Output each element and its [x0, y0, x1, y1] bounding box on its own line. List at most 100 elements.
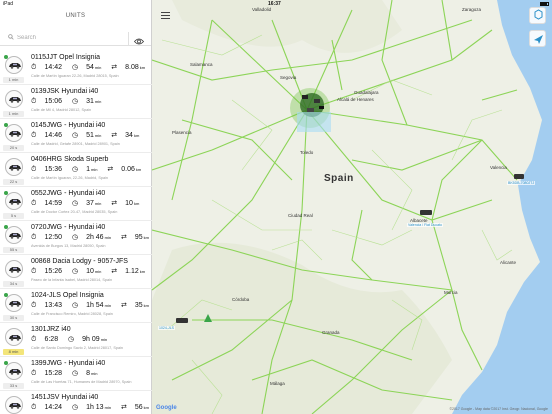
- unit-stats: ⏱ 6:28 ◷ 9h 09min: [31, 335, 115, 344]
- city-label: Guadalajara: [354, 90, 379, 95]
- vehicle-label[interactable]: 1024-JLS: [158, 326, 175, 330]
- battery-icon: [538, 1, 549, 7]
- distance-icon: ⇄: [107, 166, 114, 173]
- online-status-icon: [4, 123, 8, 127]
- unit-row[interactable]: 1 min 0115JJT Opel Insignia ⏱ 14:42 ◷ 54mi…: [0, 51, 152, 85]
- clock-icon: ⏱: [31, 336, 37, 343]
- city-label: Alicante: [500, 260, 517, 265]
- unit-row[interactable]: 20 s 0145JWG - Hyundai i40 ⏱ 14:46 ◷ 51min…: [0, 119, 152, 153]
- duration-unit: min: [100, 337, 108, 342]
- clock-icon: ⏱: [31, 64, 37, 71]
- eye-icon[interactable]: [133, 33, 145, 45]
- unit-row[interactable]: 55 s 0720JWG - Hyundai i40 ⏱ 12:50 ◷ 2h 46…: [0, 221, 152, 255]
- last-update-badge: 1 min: [3, 111, 24, 117]
- clock-icon: ⏱: [31, 302, 37, 309]
- unit-row[interactable]: 30 s 1024-JLS Opel Insignia ⏱ 13:43 ◷ 1h 5…: [0, 289, 152, 323]
- unit-row[interactable]: 1451JSV Hyundai i40 ⏱ 14:24 ◷ 1h 13min ⇄ 56…: [0, 391, 152, 414]
- map-settings-button[interactable]: [529, 7, 546, 24]
- unit-time: 14:24: [44, 404, 62, 411]
- duration-unit: min: [94, 269, 102, 274]
- car-icon: [5, 192, 23, 210]
- distance-unit: km: [133, 133, 140, 138]
- menu-icon[interactable]: [161, 12, 170, 19]
- unit-stats: ⏱ 14:42 ◷ 54min ⇄ 8.08km: [31, 63, 153, 72]
- unit-row[interactable]: 22 s 0406HRG Skoda Superb ⏱ 15:36 ◷ 1min ⇄…: [0, 153, 152, 187]
- status-bar: iPad 16:37: [0, 0, 552, 8]
- unit-duration: 9h 09: [82, 336, 100, 343]
- last-update-badge: 34 s: [3, 281, 24, 287]
- distance-unit: km: [139, 65, 146, 70]
- distance-unit: km: [135, 167, 142, 172]
- online-status-icon: [4, 55, 8, 59]
- map-view[interactable]: Spain Salamanca Valladolid Zaragoza Sego…: [152, 0, 552, 414]
- city-label: Granada: [322, 330, 340, 335]
- duration-unit: min: [94, 65, 102, 70]
- unit-duration: 31: [86, 98, 94, 105]
- unit-address: Calle de Santo Domingo Savio 2, Madrid 2…: [31, 346, 124, 350]
- city-label: Plasencia: [172, 130, 192, 135]
- unit-row[interactable]: 1 min 0139JSK Hyundai i40 ⏱ 15:06 ◷ 31min …: [0, 85, 152, 119]
- unit-name: 1024-JLS Opel Insignia: [31, 292, 104, 299]
- unit-list: 1 min 0115JJT Opel Insignia ⏱ 14:42 ◷ 54mi…: [0, 51, 152, 414]
- online-status-icon: [4, 225, 8, 229]
- unit-duration: 37: [86, 200, 94, 207]
- unit-row[interactable]: 34 s 00868 Dacia Lodgy - 9057-JFS ⏱ 15:26…: [0, 255, 152, 289]
- unit-row[interactable]: 5 s 0552JWG - Hyundai i40 ⏱ 14:59 ◷ 37min …: [0, 187, 152, 221]
- unit-name: 0145JWG - Hyundai i40: [31, 122, 106, 129]
- last-update-badge: 8 min: [3, 349, 24, 355]
- car-icon: [5, 56, 23, 74]
- locate-icon[interactable]: [529, 30, 546, 47]
- unit-name: 0115JJT Opel Insignia: [31, 54, 101, 61]
- car-icon: [5, 294, 23, 312]
- unit-duration: 10: [86, 268, 94, 275]
- map-attribution: ©2017 Google - Map data ©2017 Inst. Geog…: [449, 407, 548, 411]
- unit-address: Calle de Doctor Cortez 20-47, Madrid 280…: [31, 210, 118, 214]
- unit-time: 15:06: [44, 98, 62, 105]
- unit-address: Paseo de la Infanta Isabel, Madrid 28014…: [31, 278, 113, 282]
- duration-icon: ◷: [71, 234, 79, 241]
- vehicle-label[interactable]: Valencia / Fiat Ducato: [407, 223, 443, 227]
- distance-icon: ⇄: [111, 200, 118, 207]
- distance-unit: km: [133, 201, 140, 206]
- unit-stats: ⏱ 15:26 ◷ 10min ⇄ 1.12km: [31, 267, 153, 276]
- vehicle-label[interactable]: BK5DB-7080JTJ: [507, 181, 536, 185]
- search-divider: [128, 32, 129, 46]
- country-label: Spain: [324, 173, 354, 184]
- clock-icon: ⏱: [31, 234, 37, 241]
- duration-unit: min: [104, 235, 112, 240]
- distance-unit: km: [139, 269, 146, 274]
- city-label: Málaga: [270, 381, 285, 386]
- distance-unit: km: [143, 303, 150, 308]
- duration-icon: ◷: [68, 336, 75, 343]
- online-status-icon: [4, 361, 8, 365]
- city-label: Segovia: [280, 75, 297, 80]
- unit-time: 15:26: [44, 268, 62, 275]
- clock-icon: ⏱: [31, 98, 37, 105]
- distance-icon: ⇄: [121, 302, 127, 309]
- unit-time: 15:36: [44, 166, 62, 173]
- unit-distance: 0.06: [121, 166, 135, 173]
- car-icon: [5, 124, 23, 142]
- unit-name: 0720JWG - Hyundai i40: [31, 224, 106, 231]
- duration-icon: ◷: [71, 268, 79, 275]
- clock-icon: ⏱: [31, 370, 37, 377]
- distance-icon: ⇄: [111, 268, 118, 275]
- duration-icon: ◷: [71, 64, 79, 71]
- duration-icon: ◷: [71, 200, 79, 207]
- car-icon: [5, 90, 23, 108]
- duration-unit: min: [94, 133, 102, 138]
- search-input[interactable]: [17, 33, 117, 43]
- online-status-icon: [4, 293, 8, 297]
- duration-unit: min: [104, 405, 112, 410]
- distance-icon: ⇄: [121, 234, 127, 241]
- unit-row[interactable]: 33 s 1399JWG - Hyundai i40 ⏱ 15:28 ◷ 8min …: [0, 357, 152, 391]
- unit-stats: ⏱ 15:28 ◷ 8min: [31, 369, 105, 378]
- last-update-badge: 20 s: [3, 145, 24, 151]
- unit-row[interactable]: 8 min 1301JRZ i40 ⏱ 6:28 ◷ 9h 09min Calle …: [0, 323, 152, 357]
- unit-time: 14:46: [44, 132, 62, 139]
- duration-icon: ◷: [71, 132, 79, 139]
- unit-stats: ⏱ 14:24 ◷ 1h 13min ⇄ 56km: [31, 403, 157, 412]
- unit-address: Calle de Francisco Remiro, Madrid 28028,…: [31, 312, 113, 316]
- unit-time: 12:50: [44, 234, 62, 241]
- units-sidebar: UNITS 1 min 0115JJT Opel Insignia ⏱14:42…: [0, 0, 152, 414]
